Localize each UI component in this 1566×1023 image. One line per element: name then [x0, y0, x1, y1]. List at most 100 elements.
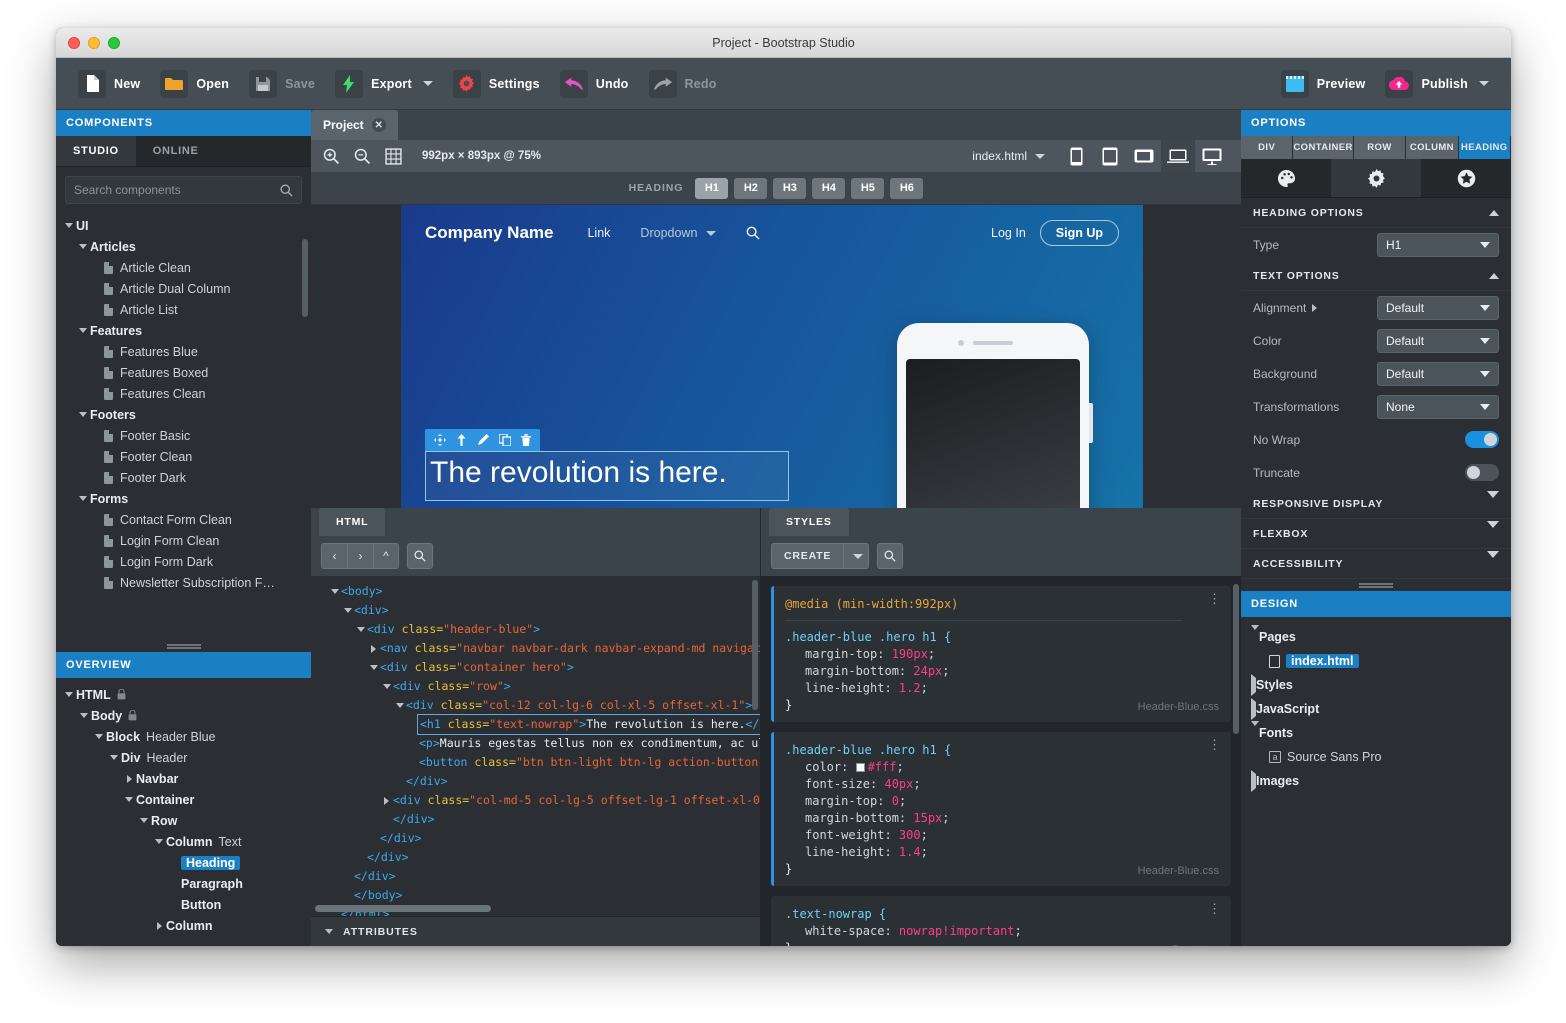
- overview-item[interactable]: Block Header Blue: [56, 726, 311, 747]
- edit-icon[interactable]: [477, 434, 489, 446]
- chevron-down-icon[interactable]: [65, 223, 73, 228]
- tree-item[interactable]: Features Clean: [56, 383, 311, 404]
- text-options-section-header[interactable]: TEXT OPTIONS: [1241, 261, 1511, 291]
- rule-menu-icon[interactable]: ⋮: [1208, 595, 1221, 605]
- panel-resize-grip[interactable]: [56, 640, 311, 652]
- css-rules-list[interactable]: ⋮@media (min-width:992px).header-blue .h…: [761, 576, 1241, 946]
- css-rule-card[interactable]: ⋮@media (min-width:992px).header-blue .h…: [771, 586, 1231, 722]
- device-phone-button[interactable]: [1059, 140, 1093, 172]
- chevron-down-icon[interactable]: [125, 797, 133, 802]
- context-tab-heading[interactable]: HEADING: [1459, 136, 1511, 159]
- preview-login-link[interactable]: Log In: [991, 226, 1026, 240]
- overview-item[interactable]: Row: [56, 810, 311, 831]
- chevron-down-icon[interactable]: [423, 81, 433, 86]
- grid-overlay-icon[interactable]: [385, 148, 402, 165]
- tree-item[interactable]: Footer Basic: [56, 425, 311, 446]
- html-tree-row[interactable]: </div>: [311, 829, 760, 848]
- tree-item[interactable]: Features Blue: [56, 341, 311, 362]
- html-tree-row[interactable]: <div class="row">: [311, 677, 760, 696]
- nav-up-button[interactable]: ^: [373, 543, 399, 569]
- options-resize-grip[interactable]: [1241, 579, 1511, 591]
- html-tree-row[interactable]: </div>: [311, 810, 760, 829]
- overview-item[interactable]: Column Text: [56, 831, 311, 852]
- text-option-select-color[interactable]: Default: [1377, 329, 1499, 353]
- heading-level-h1-button[interactable]: H1: [695, 178, 728, 199]
- chevron-down-icon[interactable]: [1251, 721, 1259, 740]
- tab-online[interactable]: ONLINE: [136, 136, 216, 166]
- overview-item[interactable]: Container: [56, 789, 311, 810]
- css-rule-card[interactable]: ⋮.text-nowrap {white-space: nowrap!impor…: [771, 896, 1231, 946]
- heading-level-h5-button[interactable]: H5: [851, 178, 884, 199]
- overview-item[interactable]: Navbar: [56, 768, 311, 789]
- tab-studio[interactable]: STUDIO: [56, 136, 136, 166]
- design-canvas[interactable]: Company Name Link Dropdown Log In Sign U…: [311, 205, 1241, 508]
- preview-signup-button[interactable]: Sign Up: [1040, 220, 1119, 246]
- html-tree-row[interactable]: <h1 class="text-nowrap">The revolution i…: [311, 715, 760, 734]
- move-icon[interactable]: [434, 434, 446, 446]
- zoom-in-icon[interactable]: [323, 148, 340, 165]
- tree-item[interactable]: Features Boxed: [56, 362, 311, 383]
- tree-item[interactable]: Login Form Clean: [56, 530, 311, 551]
- tree-item[interactable]: Newsletter Subscription F…: [56, 572, 311, 593]
- overview-item[interactable]: HTML: [56, 684, 311, 705]
- heading-level-h3-button[interactable]: H3: [773, 178, 806, 199]
- collapse-icon[interactable]: [1489, 210, 1499, 216]
- publish-button[interactable]: Publish: [1375, 64, 1499, 104]
- text-option-select-background[interactable]: Default: [1377, 362, 1499, 386]
- tree-item[interactable]: Forms: [56, 488, 311, 509]
- rule-menu-icon[interactable]: ⋮: [1208, 905, 1221, 915]
- delete-icon[interactable]: [521, 434, 531, 446]
- chevron-down-icon[interactable]: [383, 684, 391, 689]
- nav-back-button[interactable]: ‹: [321, 543, 347, 569]
- device-laptop-button[interactable]: [1161, 140, 1195, 172]
- chevron-down-icon[interactable]: [79, 328, 87, 333]
- preview-brand[interactable]: Company Name: [425, 223, 553, 243]
- tree-item[interactable]: Login Form Dark: [56, 551, 311, 572]
- new-button[interactable]: New: [68, 64, 150, 104]
- html-tree-row[interactable]: </body>: [311, 886, 760, 905]
- chevron-down-icon[interactable]: [95, 734, 103, 739]
- preview-hero-heading[interactable]: The revolution is here.: [425, 451, 789, 501]
- chevron-down-icon[interactable]: [331, 589, 339, 594]
- overview-item[interactable]: Body: [56, 705, 311, 726]
- heading-level-h2-button[interactable]: H2: [734, 178, 767, 199]
- tree-item[interactable]: Contact Form Clean: [56, 509, 311, 530]
- text-option-select-alignment[interactable]: Default: [1377, 296, 1499, 320]
- preview-button[interactable]: Preview: [1271, 64, 1376, 104]
- chevron-down-icon[interactable]: [80, 713, 88, 718]
- heading-level-h6-button[interactable]: H6: [890, 178, 923, 199]
- select-parent-icon[interactable]: [456, 434, 467, 446]
- tab-styles[interactable]: STYLES: [769, 508, 849, 536]
- chevron-down-icon[interactable]: [140, 818, 148, 823]
- device-desktop-button[interactable]: [1195, 140, 1229, 172]
- chevron-down-icon[interactable]: [65, 692, 73, 697]
- export-button[interactable]: Export: [325, 64, 443, 104]
- context-tab-column[interactable]: COLUMN: [1406, 136, 1458, 159]
- tree-item[interactable]: Articles: [56, 236, 311, 257]
- chevron-down-icon[interactable]: [357, 627, 365, 632]
- preview-search-icon[interactable]: [746, 226, 760, 240]
- tree-item[interactable]: Article Dual Column: [56, 278, 311, 299]
- text-option-toggle-truncate[interactable]: [1465, 464, 1499, 481]
- nav-forward-button[interactable]: ›: [347, 543, 373, 569]
- heading-level-h4-button[interactable]: H4: [812, 178, 845, 199]
- rule-menu-icon[interactable]: ⋮: [1208, 741, 1221, 751]
- expand-icon[interactable]: [1487, 498, 1499, 510]
- context-tab-container[interactable]: CONTAINER: [1293, 136, 1353, 159]
- design-tree-item[interactable]: Pages: [1241, 625, 1511, 649]
- chevron-down-icon[interactable]: [344, 608, 352, 613]
- tab-html[interactable]: HTML: [319, 508, 385, 536]
- chevron-down-icon[interactable]: [1479, 81, 1489, 86]
- chevron-down-icon[interactable]: [1251, 625, 1259, 644]
- design-tree-item[interactable]: Images: [1241, 769, 1511, 793]
- context-tab-div[interactable]: DIV: [1241, 136, 1293, 159]
- undo-button[interactable]: Undo: [550, 64, 639, 104]
- css-rule-card[interactable]: ⋮.header-blue .hero h1 {color: #fff;font…: [771, 732, 1231, 886]
- html-tree-row[interactable]: <div class="container hero">: [311, 658, 760, 677]
- html-vertical-scrollbar[interactable]: [752, 580, 758, 710]
- section-header-accessibility[interactable]: ACCESSIBILITY: [1241, 549, 1511, 579]
- page-filename-dropdown[interactable]: index.html: [972, 149, 1059, 163]
- document-tab-project[interactable]: Project ✕: [311, 110, 398, 140]
- tab-appearance[interactable]: [1241, 159, 1331, 197]
- text-option-toggle-no-wrap[interactable]: [1465, 431, 1499, 448]
